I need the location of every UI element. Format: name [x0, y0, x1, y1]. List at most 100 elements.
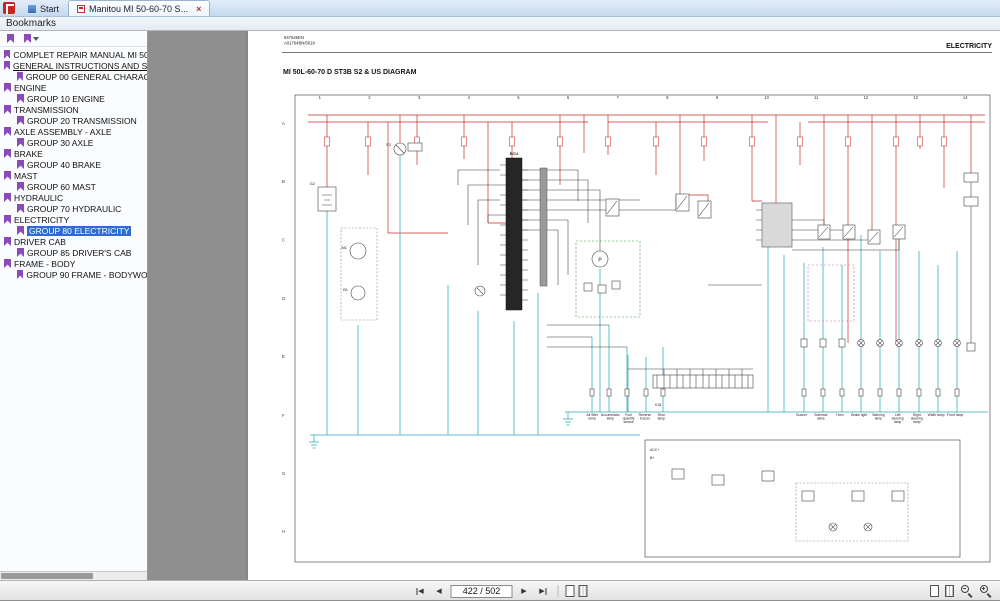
bookmark-item[interactable]: GROUP 40 BRAKE: [0, 159, 147, 170]
harness-connector: [540, 168, 547, 286]
wiring-diagram: ECU S2 G2 M1 B1 P K18 ACC+ B+: [248, 31, 1000, 580]
bookmark-icon: [4, 171, 11, 180]
bookmark-icon: [4, 50, 10, 59]
bookmark-icon: [17, 226, 24, 235]
bookmarks-panel-title: Bookmarks: [0, 18, 56, 29]
key-switch-label: S2: [386, 142, 392, 147]
red-power-wires: [308, 115, 985, 495]
starter-label: M1: [341, 245, 347, 250]
lamp-label: Air filter lamp: [584, 414, 600, 425]
bookmark-item[interactable]: COMPLET REPAIR MANUAL MI 5060/: [0, 49, 147, 60]
lamp-labels-right: BuzzerSolenoid valveHornBrake lightWarni…: [792, 414, 965, 425]
bookmark-item[interactable]: GROUP 20 TRANSMISSION: [0, 115, 147, 126]
bookmark-icon: [4, 105, 11, 114]
single-page-view-icon[interactable]: [566, 585, 575, 597]
bookmark-item[interactable]: HYDRAULIC: [0, 192, 147, 203]
zoom-in-icon[interactable]: [979, 584, 992, 597]
lamp-label: Reverse buzzer: [637, 414, 653, 425]
app-logo-icon: [3, 2, 15, 14]
lamp-label: Width lamp: [926, 414, 945, 425]
bookmark-item[interactable]: FRAME - BODY: [0, 258, 147, 269]
bookmark-item[interactable]: GROUP 90 FRAME - BODYWORK: [0, 269, 147, 280]
scrollbar-thumb[interactable]: [1, 573, 93, 579]
bookmark-item[interactable]: GENERAL INSTRUCTIONS AND SAFET: [0, 60, 147, 71]
fit-page-icon[interactable]: [930, 585, 939, 597]
bookmark-icon: [17, 248, 24, 257]
bookmark-item[interactable]: GROUP 10 ENGINE: [0, 93, 147, 104]
document-icon: [77, 5, 85, 13]
bookmark-item[interactable]: ENGINE: [0, 82, 147, 93]
bookmark-icon: [4, 83, 11, 92]
close-tab-icon[interactable]: ×: [196, 4, 201, 14]
lamp-label: Buzzer: [792, 414, 811, 425]
bookmark-icon: [4, 193, 11, 202]
bookmark-icon: [17, 182, 24, 191]
last-page-button[interactable]: ▶: [536, 584, 551, 599]
bookmark-item[interactable]: DRIVER CAB: [0, 236, 147, 247]
bookmark-item[interactable]: BRAKE: [0, 148, 147, 159]
lamp-label: Front lamp: [946, 414, 965, 425]
fit-width-icon[interactable]: [945, 585, 954, 597]
lamp-label: Horn: [830, 414, 849, 425]
bookmark-item[interactable]: MAST: [0, 170, 147, 181]
first-page-button[interactable]: ◀: [413, 584, 428, 599]
instrument-cluster: [576, 241, 640, 317]
tab-start[interactable]: Start: [19, 0, 68, 16]
prev-page-button[interactable]: ◀: [432, 584, 447, 599]
terminal-block-label: K18: [655, 403, 661, 407]
tab-document[interactable]: Manitou MI 50-60-70 S... ×: [68, 0, 210, 16]
tab-document-label: Manitou MI 50-60-70 S...: [89, 4, 188, 14]
bookmark-item[interactable]: AXLE ASSEMBLY - AXLE: [0, 126, 147, 137]
tab-start-label: Start: [40, 4, 59, 14]
bookmarks-tree: COMPLET REPAIR MANUAL MI 5060/ GENERAL I…: [0, 47, 147, 280]
bookmark-icon: [17, 270, 23, 279]
page-indicator-input[interactable]: 422 / 502: [451, 585, 513, 598]
bookmark-item[interactable]: GROUP 85 DRIVER'S CAB: [0, 247, 147, 258]
bookmark-icon: [17, 72, 23, 81]
bookmark-icon: [17, 94, 24, 103]
toolbar-separator: [558, 585, 559, 597]
lamp-label: Brake light: [850, 414, 869, 425]
bookmark-item[interactable]: ELECTRICITY: [0, 214, 147, 225]
home-icon: [28, 5, 36, 13]
bookmark-item[interactable]: GROUP 70 HYDRAULIC: [0, 203, 147, 214]
lamp-label: Rear lamp: [653, 414, 669, 425]
sidebar-horizontal-scrollbar: [0, 571, 147, 580]
lamp-label: Accumulator lamp: [600, 414, 620, 425]
relay-module: [762, 203, 792, 247]
bookmark-item[interactable]: GROUP 30 AXLE: [0, 137, 147, 148]
bookmarks-panel: COMPLET REPAIR MANUAL MI 5060/ GENERAL I…: [0, 31, 148, 580]
pdf-page: 647645EN A01764BN/0018 ELECTRICITY MI 50…: [248, 31, 1000, 580]
bookmark-icon: [17, 116, 24, 125]
acc-label: ACC+: [650, 448, 659, 452]
components: [318, 143, 978, 557]
expand-bookmarks-icon[interactable]: [7, 34, 14, 43]
titlebar: Start Manitou MI 50-60-70 S... ×: [0, 0, 1000, 17]
document-viewport[interactable]: 647645EN A01764BN/0018 ELECTRICITY MI 50…: [148, 31, 1000, 580]
page-navigation: ◀ ◀ 422 / 502 ▶ ▶: [413, 581, 588, 601]
zoom-out-icon[interactable]: [960, 584, 973, 597]
lamp-symbols: [858, 340, 961, 347]
bookmark-icon: [4, 259, 11, 268]
zoom-controls: [930, 584, 992, 597]
bookmark-icon: [4, 61, 10, 70]
ecu-connector: [506, 158, 522, 310]
bookmark-item[interactable]: TRANSMISSION: [0, 104, 147, 115]
bookmark-icon: [17, 138, 24, 147]
bookmark-icon: [4, 127, 11, 136]
bookmarks-toolbar: [0, 31, 147, 47]
bookmark-icon: [4, 215, 11, 224]
bookmark-item[interactable]: GROUP 60 MAST: [0, 181, 147, 192]
lamp-label: Right steering lamp: [907, 414, 926, 425]
bookmark-item[interactable]: GROUP 00 GENERAL CHARACTERI: [0, 71, 147, 82]
bookmark-options-icon[interactable]: [24, 34, 39, 43]
bookmark-item[interactable]: GROUP 80 ELECTRICITY: [0, 225, 147, 236]
battery: [318, 187, 336, 211]
continuous-view-icon[interactable]: [579, 585, 588, 597]
lamp-label: Fuel quantity sensor: [620, 414, 636, 425]
bookmark-icon: [17, 160, 24, 169]
bookmark-icon: [4, 149, 11, 158]
next-page-button[interactable]: ▶: [517, 584, 532, 599]
lamp-label: Left steering lamp: [888, 414, 907, 425]
battery-label: G2: [310, 181, 316, 186]
